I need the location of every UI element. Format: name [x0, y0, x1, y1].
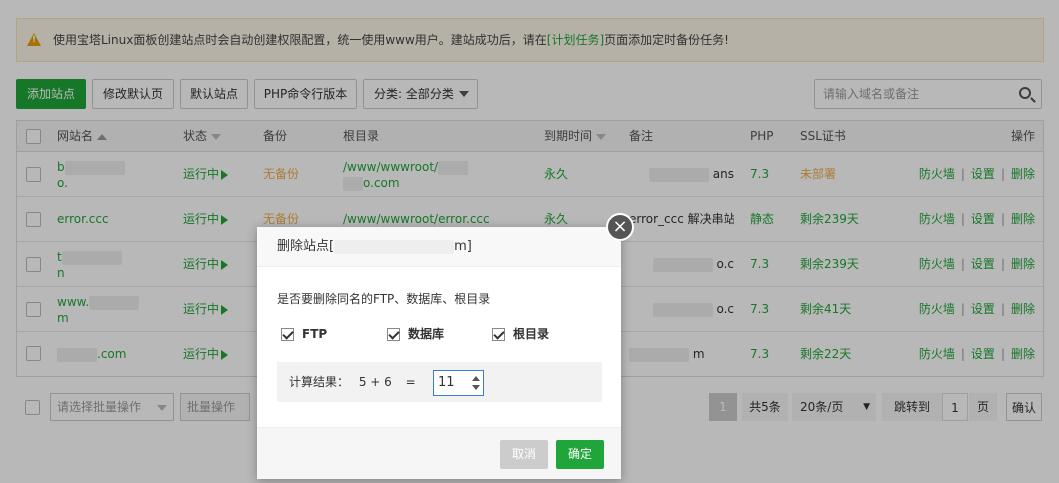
- calc-label: 计算结果：: [289, 375, 350, 389]
- dialog-question: 是否要删除同名的FTP、数据库、根目录: [277, 292, 491, 306]
- cancel-button[interactable]: 取消: [500, 440, 548, 469]
- captcha-calc: 计算结果： 5 + 6 = 11: [277, 362, 602, 402]
- calc-expression: 5 + 6: [358, 375, 392, 389]
- captcha-answer-input[interactable]: 11: [433, 370, 484, 396]
- checkbox-checked-icon[interactable]: [387, 328, 400, 341]
- root-dir-option[interactable]: 根目录: [492, 327, 549, 341]
- checkbox-checked-icon[interactable]: [281, 328, 294, 341]
- dialog-title: 删除站点[m]: [257, 227, 621, 267]
- checkbox-checked-icon[interactable]: [492, 328, 505, 341]
- close-icon[interactable]: ×: [606, 213, 634, 241]
- delete-site-dialog: 删除站点[m] 是否要删除同名的FTP、数据库、根目录 FTP 数据库 根目录 …: [257, 227, 621, 479]
- stepper-icon[interactable]: [471, 373, 481, 393]
- calc-equals: =: [405, 375, 416, 389]
- database-option[interactable]: 数据库: [387, 327, 444, 341]
- confirm-button[interactable]: 确定: [556, 440, 604, 469]
- ftp-option[interactable]: FTP: [281, 327, 327, 341]
- dialog-footer: 取消 确定: [257, 427, 621, 479]
